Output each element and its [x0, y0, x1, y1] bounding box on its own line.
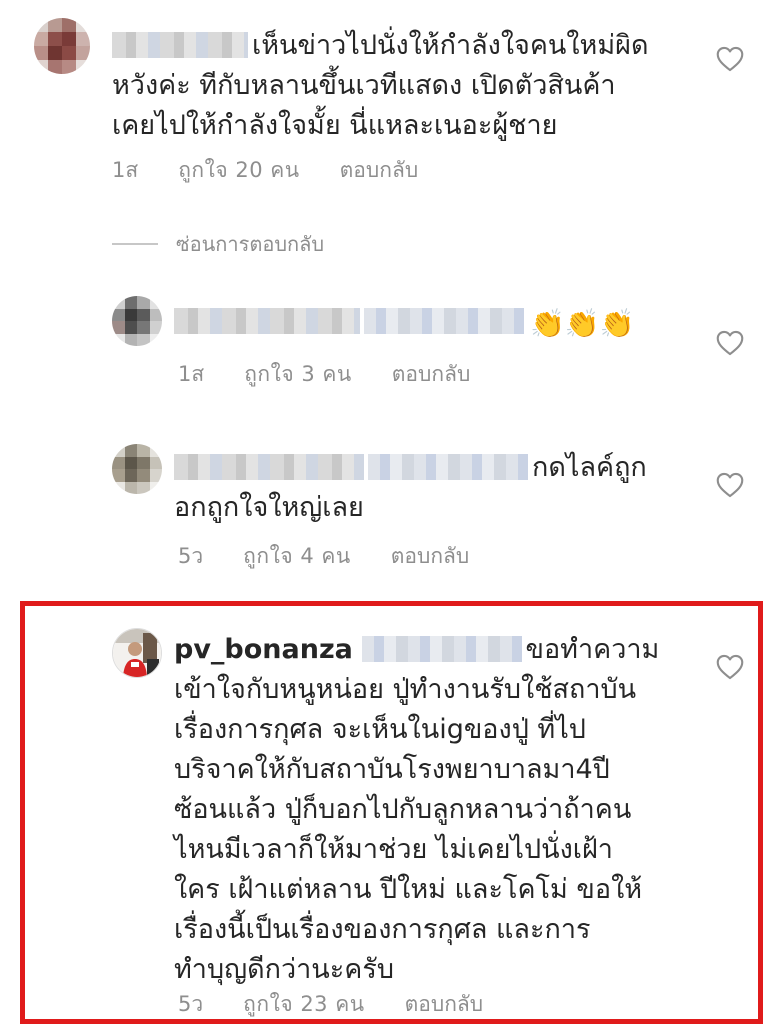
redacted-mention [361, 636, 522, 662]
comment-meta: 5ว ถูกใจ 4 คน ตอบกลับ [178, 540, 469, 573]
divider [112, 243, 158, 245]
redacted-mention [364, 308, 524, 334]
comment-text: 👏👏👏 [174, 302, 694, 342]
hide-replies-button[interactable]: ซ่อนการตอบกลับ [112, 228, 324, 260]
timestamp: 1ส [178, 362, 205, 386]
avatar[interactable] [112, 444, 162, 494]
hide-replies-label: ซ่อนการตอบกลับ [176, 232, 325, 256]
timestamp: 5ว [178, 992, 204, 1016]
reply-button[interactable]: ตอบกลับ [405, 988, 484, 1021]
reply-button[interactable]: ตอบกลับ [340, 154, 419, 187]
redacted-mention [368, 454, 528, 480]
comment-meta: 1ส ถูกใจ 3 คน ตอบกลับ [178, 358, 470, 391]
comment-meta: 1ส ถูกใจ 20 คน ตอบกลับ [112, 154, 418, 187]
avatar[interactable] [112, 628, 162, 678]
heart-outline-icon[interactable] [716, 654, 744, 680]
reply-button[interactable]: ตอบกลับ [391, 540, 470, 573]
reply-button[interactable]: ตอบกลับ [392, 358, 471, 391]
like-count[interactable]: ถูกใจ 4 คน [243, 540, 351, 573]
avatar[interactable] [112, 296, 162, 346]
like-count[interactable]: ถูกใจ 20 คน [178, 154, 299, 187]
timestamp: 5ว [178, 544, 204, 568]
redacted-username [174, 454, 364, 480]
avatar-image [113, 629, 161, 677]
heart-outline-icon[interactable] [716, 472, 744, 498]
like-count[interactable]: ถูกใจ 3 คน [244, 358, 352, 391]
timestamp: 1ส [112, 158, 139, 182]
redacted-username [174, 308, 360, 334]
comment-text: pv_bonanza ขอทำความ เข้าใจกับหนูหน่อย ปู… [174, 634, 660, 985]
emoji-text: 👏👏👏 [530, 307, 635, 340]
heart-outline-icon[interactable] [716, 330, 744, 356]
comment-text: กดไลค์ถูก อกถูกใจใหญ่เลย [174, 452, 647, 523]
username-link[interactable]: pv_bonanza [174, 634, 353, 665]
avatar[interactable] [34, 18, 90, 74]
redacted-username [112, 32, 248, 58]
heart-outline-icon[interactable] [716, 46, 744, 72]
comment-text: เห็นข่าวไปนั่งให้กำลังใจคนใหม่ผิด หวังค่… [112, 30, 649, 141]
comment-meta: 5ว ถูกใจ 23 คน ตอบกลับ [178, 988, 483, 1021]
like-count[interactable]: ถูกใจ 23 คน [243, 988, 364, 1021]
